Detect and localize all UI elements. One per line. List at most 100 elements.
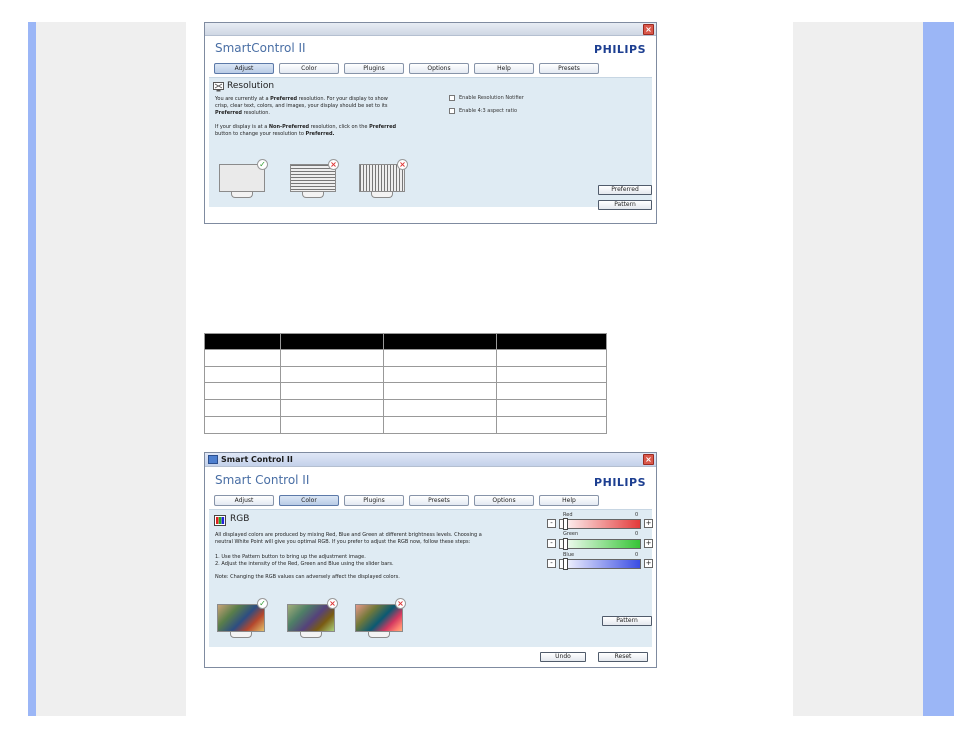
resolution-description: You are currently at a Preferred resolut… — [215, 96, 395, 117]
table-cell — [280, 416, 384, 434]
right-blue-band — [923, 22, 954, 716]
red-decrease-button[interactable]: - — [547, 519, 556, 528]
rgb-preview-warm: × — [355, 598, 406, 638]
para-bold: Preferred — [270, 96, 298, 102]
tab-color[interactable]: Color — [279, 63, 339, 74]
tab-presets[interactable]: Presets — [409, 495, 469, 506]
green-increase-button[interactable]: + — [644, 539, 653, 548]
resolution-table — [204, 333, 607, 434]
green-slider-track[interactable] — [559, 539, 641, 549]
check-icon: ✓ — [257, 598, 268, 609]
resolution-panel: Resolution You are currently at a Prefer… — [209, 77, 652, 210]
table-cell — [280, 365, 384, 384]
enable-aspect-ratio-row[interactable]: Enable 4:3 aspect ratio — [449, 108, 517, 114]
table-cell — [280, 348, 384, 367]
tab-help[interactable]: Help — [539, 495, 599, 506]
cross-icon: × — [327, 598, 338, 609]
blue-increase-button[interactable]: + — [644, 559, 653, 568]
vertical-stripes-monitor-preview: × — [359, 159, 408, 198]
cross-icon: × — [328, 159, 339, 170]
pattern-button[interactable]: Pattern — [602, 616, 652, 626]
table-cell — [383, 382, 497, 401]
philips-logo: PHILIPS — [594, 476, 646, 489]
horizontal-stripes-monitor-preview: × — [290, 159, 339, 198]
blue-slider-value: 0 — [635, 552, 639, 558]
tab-presets[interactable]: Presets — [539, 63, 599, 74]
photo-screen — [287, 604, 335, 632]
photo-screen — [355, 604, 403, 632]
window-titlebar: Smart Control II × — [205, 453, 656, 467]
table-cell — [280, 399, 384, 418]
table-cell — [204, 416, 281, 434]
checkbox-label: Enable 4:3 aspect ratio — [459, 108, 518, 114]
blue-decrease-button[interactable]: - — [547, 559, 556, 568]
monitor-stand — [371, 192, 393, 198]
app-title: SmartControl II — [215, 41, 306, 55]
cross-icon: × — [397, 159, 408, 170]
table-cell — [496, 382, 607, 401]
tab-plugins[interactable]: Plugins — [344, 63, 404, 74]
tab-color[interactable]: Color — [279, 495, 339, 506]
blue-slider-track[interactable] — [559, 559, 641, 569]
pattern-button[interactable]: Pattern — [598, 200, 652, 210]
para-text: You are currently at a — [215, 96, 271, 102]
table-header-cell — [383, 333, 497, 350]
photo-screen — [217, 604, 265, 632]
table-cell — [383, 416, 497, 434]
preferred-monitor-preview: ✓ — [219, 159, 268, 198]
monitor-stand — [300, 632, 322, 638]
undo-button[interactable]: Undo — [540, 652, 586, 662]
rgb-icon — [214, 515, 226, 526]
table-cell — [204, 382, 281, 401]
table-cell — [383, 348, 497, 367]
resolution-instructions: If your display is at a Non-Preferred re… — [215, 124, 405, 138]
monitor-stand — [302, 192, 324, 198]
red-increase-button[interactable]: + — [644, 519, 653, 528]
enable-resolution-notifier-checkbox[interactable] — [449, 95, 455, 101]
rgb-step-1: 1. Use the Pattern button to bring up th… — [215, 554, 366, 560]
monitor-stand — [230, 632, 252, 638]
preferred-button[interactable]: Preferred — [598, 185, 652, 195]
check-icon: ✓ — [257, 159, 268, 170]
table-cell — [204, 365, 281, 384]
tab-options[interactable]: Options — [409, 63, 469, 74]
table-cell — [496, 416, 607, 434]
tab-help[interactable]: Help — [474, 63, 534, 74]
monitor-stand — [368, 632, 390, 638]
table-header-cell — [496, 333, 607, 350]
monitor-icon — [213, 82, 224, 92]
enable-resolution-notifier-row[interactable]: Enable Resolution Notifier — [449, 95, 524, 101]
table-row — [204, 365, 607, 384]
table-header-row — [204, 333, 607, 350]
table-cell — [204, 399, 281, 418]
green-decrease-button[interactable]: - — [547, 539, 556, 548]
philips-logo: PHILIPS — [594, 43, 646, 56]
green-slider-value: 0 — [635, 531, 639, 537]
tab-bar: Adjust Color Plugins Options Help Preset… — [214, 63, 599, 74]
rgb-preview-cool: × — [287, 598, 338, 638]
enable-aspect-ratio-checkbox[interactable] — [449, 108, 455, 114]
tab-plugins[interactable]: Plugins — [344, 495, 404, 506]
blue-slider-thumb[interactable] — [563, 558, 568, 570]
green-slider-thumb[interactable] — [563, 538, 568, 550]
section-title: Resolution — [227, 81, 275, 91]
para-text: resolution, click on the — [309, 124, 370, 130]
close-icon[interactable]: × — [643, 454, 654, 465]
left-gray-band — [36, 22, 186, 716]
tab-adjust[interactable]: Adjust — [214, 495, 274, 506]
tab-adjust[interactable]: Adjust — [214, 63, 274, 74]
red-slider-thumb[interactable] — [563, 518, 568, 530]
table-cell — [383, 365, 497, 384]
rgb-step-2: 2. Adjust the intensity of the Red, Gree… — [215, 561, 394, 567]
para-bold: Preferred. — [305, 131, 335, 137]
close-icon[interactable]: × — [643, 24, 654, 35]
table-row — [204, 382, 607, 401]
smartcontrol-rgb-window: Smart Control II × Smart Control II PHIL… — [204, 452, 657, 668]
tab-options[interactable]: Options — [474, 495, 534, 506]
table-cell — [496, 399, 607, 418]
rgb-description: All displayed colors are produced by mix… — [215, 532, 482, 545]
cross-icon: × — [395, 598, 406, 609]
red-slider-track[interactable] — [559, 519, 641, 529]
reset-button[interactable]: Reset — [598, 652, 648, 662]
para-text: If your display is at a — [215, 124, 269, 130]
